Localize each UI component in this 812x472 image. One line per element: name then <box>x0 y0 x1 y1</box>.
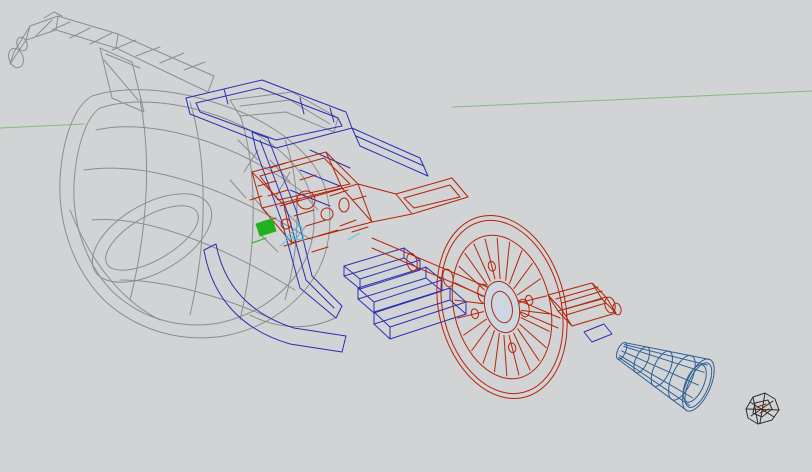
viewport-background <box>0 0 812 472</box>
cad-viewport[interactable] <box>0 0 812 472</box>
viewport-canvas[interactable] <box>0 0 812 472</box>
